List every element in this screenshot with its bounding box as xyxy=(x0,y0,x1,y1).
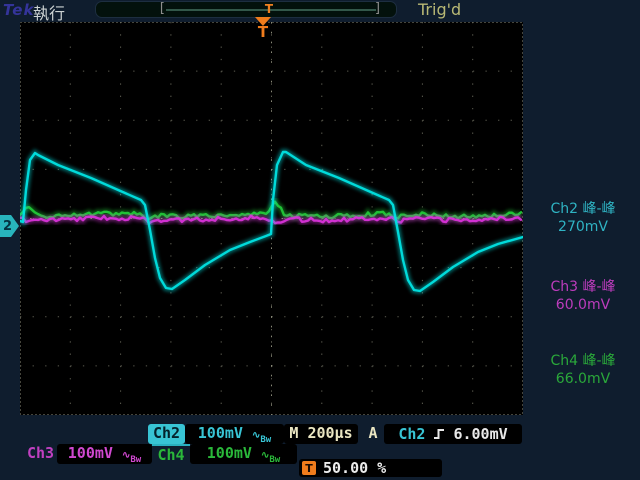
record-view-bar: [ ] T xyxy=(95,1,397,18)
record-right-bracket: ] xyxy=(374,1,382,16)
ch2-scale-value: 100mV xyxy=(198,424,243,442)
trigger-position-marker: T xyxy=(252,17,274,39)
ch3-scale-readout: 100mV ∿Bw xyxy=(57,444,152,464)
run-status-label: 執行 xyxy=(33,0,65,24)
ch3-scale-value: 100mV xyxy=(68,444,113,462)
record-left-bracket: [ xyxy=(158,1,166,16)
ch2-scale-readout: 100mV ∿Bw xyxy=(185,424,284,444)
trigger-position-value: 50.00 % xyxy=(323,459,386,477)
bw-limit-icon: Bw xyxy=(130,455,141,465)
timebase-value: 200µs xyxy=(307,424,352,442)
graticule xyxy=(20,22,523,415)
ch4-scale-value: 100mV xyxy=(207,444,252,462)
measurement-ch4: Ch4 峰-峰 66.0mV xyxy=(528,352,638,388)
timebase-label: M xyxy=(289,424,298,442)
trigger-mode-label: A xyxy=(364,424,382,444)
trigger-position-t-icon: T xyxy=(302,461,316,475)
ch2-ground-marker: 2 xyxy=(0,215,19,237)
ch4-channel-label: Ch4 xyxy=(152,444,190,464)
measurement-label: Ch2 峰-峰 xyxy=(528,200,638,218)
record-trigger-icon: T xyxy=(262,2,276,17)
ch4-scale-readout: 100mV ∿Bw xyxy=(190,444,297,464)
ch2-channel-badge: Ch2 xyxy=(148,424,185,444)
tek-logo: Tek xyxy=(3,1,34,19)
measurement-label: Ch4 峰-峰 xyxy=(528,352,638,370)
timebase-readout: M 200µs xyxy=(284,424,358,444)
measurement-ch3: Ch3 峰-峰 60.0mV xyxy=(528,278,638,314)
ch3-channel-label: Ch3 xyxy=(24,444,57,464)
measurement-value: 270mV xyxy=(528,218,638,236)
trigger-position-readout: T 50.00 % xyxy=(299,459,442,477)
trigger-status-label: Trig'd xyxy=(418,0,461,19)
bw-limit-icon: Bw xyxy=(269,455,280,465)
trigger-readout: Ch2 6.00mV xyxy=(384,424,522,444)
rising-edge-icon xyxy=(433,427,445,441)
trigger-t-icon: T xyxy=(252,26,274,39)
measurement-value: 60.0mV xyxy=(528,296,638,314)
oscilloscope-screen: Tek 執行 [ ] T Trig'd T 2 Ch2 峰-峰 270mV Ch… xyxy=(0,0,640,480)
trigger-level-readout: 6.00mV xyxy=(453,425,507,443)
trigger-source-label: Ch2 xyxy=(398,425,425,443)
measurement-ch2: Ch2 峰-峰 270mV xyxy=(528,200,638,236)
waveform-svg xyxy=(20,22,523,415)
measurement-label: Ch3 峰-峰 xyxy=(528,278,638,296)
measurement-value: 66.0mV xyxy=(528,370,638,388)
